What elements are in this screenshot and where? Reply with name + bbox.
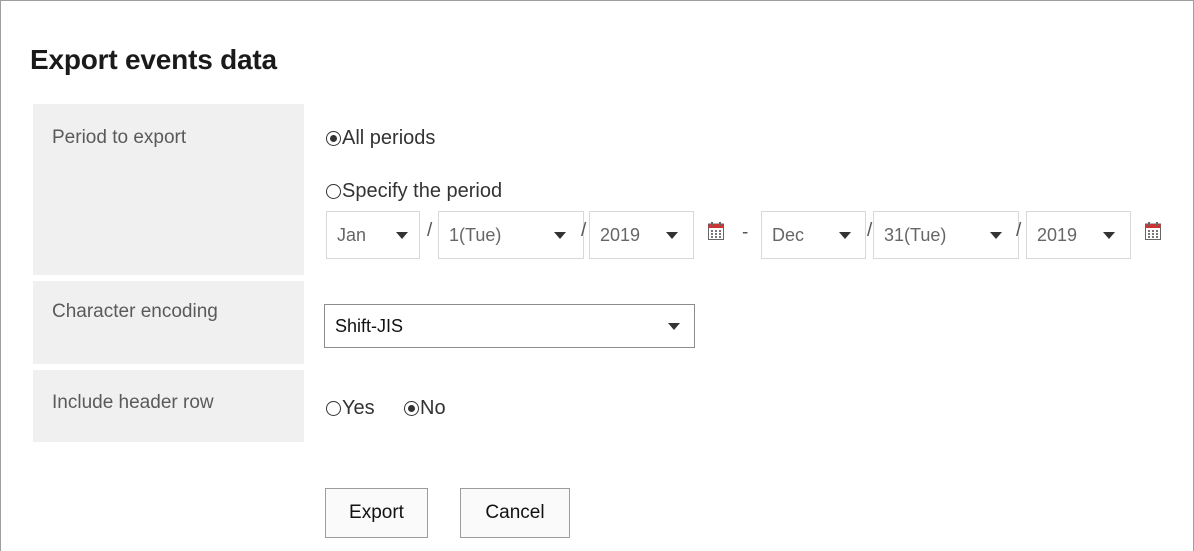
start-day-select[interactable]: 1(Tue) xyxy=(438,211,584,259)
date-separator: / xyxy=(581,220,587,241)
radio-header-yes-label: Yes xyxy=(342,397,375,419)
chevron-down-icon xyxy=(666,232,678,239)
radio-specify-period-label: Specify the period xyxy=(342,180,503,202)
header-row-label-cell: Include header row xyxy=(33,370,304,442)
chevron-down-icon xyxy=(990,232,1002,239)
end-month-select[interactable]: Dec xyxy=(761,211,866,259)
encoding-value: Shift-JIS xyxy=(335,316,404,336)
range-dash: - xyxy=(742,222,749,243)
calendar-icon[interactable] xyxy=(1145,222,1161,240)
radio-specify-period[interactable]: Specify the period xyxy=(326,180,502,203)
start-month-select[interactable]: Jan xyxy=(326,211,420,259)
radio-header-yes[interactable]: Yes xyxy=(326,397,375,420)
chevron-down-icon xyxy=(668,323,680,330)
radio-header-no[interactable]: No xyxy=(404,397,446,420)
chevron-down-icon xyxy=(554,232,566,239)
period-label: Period to export xyxy=(52,127,187,148)
encoding-label-cell: Character encoding xyxy=(33,281,304,364)
calendar-icon[interactable] xyxy=(708,222,724,240)
start-year-value: 2019 xyxy=(600,225,641,245)
start-day-value: 1(Tue) xyxy=(449,225,502,245)
radio-header-no-button[interactable] xyxy=(404,401,419,416)
radio-all-periods-label: All periods xyxy=(342,127,436,149)
start-month-value: Jan xyxy=(337,225,367,245)
end-day-select[interactable]: 31(Tue) xyxy=(873,211,1019,259)
chevron-down-icon xyxy=(1103,232,1115,239)
export-dialog: Export events data Period to export All … xyxy=(0,0,1194,551)
start-year-select[interactable]: 2019 xyxy=(589,211,694,259)
cancel-button[interactable]: Cancel xyxy=(460,488,570,538)
radio-header-no-label: No xyxy=(420,397,446,419)
radio-all-periods-button[interactable] xyxy=(326,131,341,146)
date-separator: / xyxy=(867,220,873,241)
radio-header-yes-button[interactable] xyxy=(326,401,341,416)
encoding-label: Character encoding xyxy=(52,301,218,322)
radio-specify-period-button[interactable] xyxy=(326,184,341,199)
end-year-value: 2019 xyxy=(1037,225,1078,245)
chevron-down-icon xyxy=(839,232,851,239)
encoding-select[interactable]: Shift-JIS xyxy=(324,304,695,348)
date-separator: / xyxy=(1016,220,1022,241)
radio-all-periods[interactable]: All periods xyxy=(326,127,435,150)
date-separator: / xyxy=(427,220,433,241)
chevron-down-icon xyxy=(396,232,408,239)
page-title: Export events data xyxy=(30,44,277,75)
export-button[interactable]: Export xyxy=(325,488,428,538)
end-year-select[interactable]: 2019 xyxy=(1026,211,1131,259)
end-month-value: Dec xyxy=(772,225,805,245)
header-row-label: Include header row xyxy=(52,392,214,413)
period-label-cell: Period to export xyxy=(33,104,304,275)
end-day-value: 31(Tue) xyxy=(884,225,947,245)
